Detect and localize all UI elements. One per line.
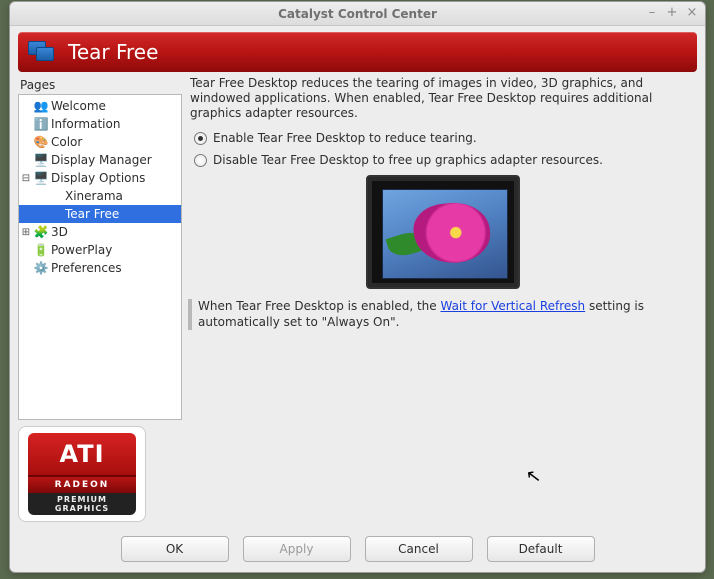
preview-image <box>366 175 520 289</box>
window-title: Catalyst Control Center <box>278 7 437 21</box>
sidebar-item-label: 3D <box>51 225 68 239</box>
tree-item-icon: 🔋 <box>33 242 49 258</box>
tree-item-icon: 🖥️ <box>33 152 49 168</box>
sidebar-item-label: Tear Free <box>65 207 119 221</box>
sidebar-item-label: Xinerama <box>65 189 123 203</box>
tree-item-icon: ℹ️ <box>33 116 49 132</box>
logo-tag1: PREMIUM <box>57 495 107 504</box>
tree-item-icon <box>47 188 63 204</box>
note-pre: When Tear Free Desktop is enabled, the <box>198 299 440 313</box>
radio-disable[interactable]: Disable Tear Free Desktop to free up gra… <box>188 151 697 173</box>
button-bar: OK Apply Cancel Default <box>10 528 705 572</box>
sidebar-item-powerplay[interactable]: 🔋PowerPlay <box>19 241 181 259</box>
tree-item-icon: 🖥️ <box>33 170 49 186</box>
radio-disable-indicator <box>194 154 207 167</box>
content-panel: Tear Free Desktop reduces the tearing of… <box>188 76 697 522</box>
window-frame: Catalyst Control Center – + × Tear Free … <box>9 1 706 573</box>
monitors-icon <box>28 41 56 63</box>
sidebar-label: Pages <box>18 76 182 94</box>
note-bar <box>188 299 192 330</box>
close-button[interactable]: × <box>685 5 699 19</box>
ati-logo: ATI RADEON PREMIUM GRAPHICS <box>18 426 146 522</box>
tree-item-icon: ⚙️ <box>33 260 49 276</box>
tree-twisty-icon[interactable]: ⊞ <box>19 227 33 238</box>
sidebar-item-preferences[interactable]: ⚙️Preferences <box>19 259 181 277</box>
tree-twisty-icon[interactable]: ⊟ <box>19 173 33 184</box>
note-text: When Tear Free Desktop is enabled, the W… <box>198 299 691 330</box>
sidebar-item-label: Display Options <box>51 171 145 185</box>
minimize-button[interactable]: – <box>645 5 659 19</box>
default-button[interactable]: Default <box>487 536 595 562</box>
vertical-refresh-link[interactable]: Wait for Vertical Refresh <box>440 299 585 313</box>
maximize-button[interactable]: + <box>665 5 679 19</box>
radio-enable-indicator <box>194 132 207 145</box>
radio-enable[interactable]: Enable Tear Free Desktop to reduce teari… <box>188 129 697 151</box>
logo-main: ATI <box>59 440 104 468</box>
nav-tree[interactable]: 👥Welcomeℹ️Information🎨Color🖥️Display Man… <box>18 94 182 420</box>
sidebar-item-color[interactable]: 🎨Color <box>19 133 181 151</box>
logo-sub: RADEON <box>28 477 136 493</box>
sidebar-item-label: Color <box>51 135 82 149</box>
note: When Tear Free Desktop is enabled, the W… <box>188 299 697 330</box>
sidebar-item-label: Display Manager <box>51 153 152 167</box>
radio-enable-label: Enable Tear Free Desktop to reduce teari… <box>213 131 477 145</box>
tree-item-icon: 🎨 <box>33 134 49 150</box>
sidebar-item-label: Welcome <box>51 99 106 113</box>
sidebar-item-tear-free[interactable]: Tear Free <box>19 205 181 223</box>
sidebar-item-information[interactable]: ℹ️Information <box>19 115 181 133</box>
tree-item-icon <box>47 206 63 222</box>
sidebar: Pages 👥Welcomeℹ️Information🎨Color🖥️Displ… <box>18 76 182 522</box>
description-text: Tear Free Desktop reduces the tearing of… <box>188 76 697 129</box>
sidebar-item-display-options[interactable]: ⊟🖥️Display Options <box>19 169 181 187</box>
sidebar-item-label: Information <box>51 117 120 131</box>
sidebar-item-display-manager[interactable]: 🖥️Display Manager <box>19 151 181 169</box>
ok-button[interactable]: OK <box>121 536 229 562</box>
cancel-button[interactable]: Cancel <box>365 536 473 562</box>
sidebar-item-label: Preferences <box>51 261 122 275</box>
header-banner: Tear Free <box>18 32 697 72</box>
tree-item-icon: 🧩 <box>33 224 49 240</box>
sidebar-item-3d[interactable]: ⊞🧩3D <box>19 223 181 241</box>
sidebar-item-welcome[interactable]: 👥Welcome <box>19 97 181 115</box>
apply-button: Apply <box>243 536 351 562</box>
tree-item-icon: 👥 <box>33 98 49 114</box>
sidebar-item-xinerama[interactable]: Xinerama <box>19 187 181 205</box>
window-buttons: – + × <box>645 5 699 19</box>
logo-tag2: GRAPHICS <box>55 504 109 513</box>
page-title: Tear Free <box>68 40 158 64</box>
radio-disable-label: Disable Tear Free Desktop to free up gra… <box>213 153 603 167</box>
sidebar-item-label: PowerPlay <box>51 243 112 257</box>
titlebar[interactable]: Catalyst Control Center – + × <box>10 2 705 26</box>
body: Pages 👥Welcomeℹ️Information🎨Color🖥️Displ… <box>18 76 697 522</box>
